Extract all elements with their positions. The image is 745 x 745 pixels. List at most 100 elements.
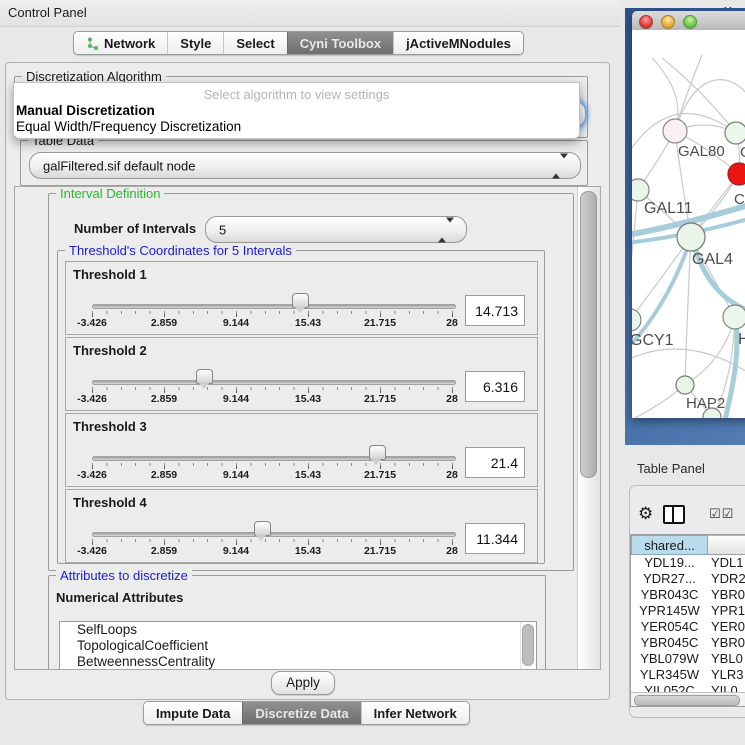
columns-icon[interactable] [663, 505, 685, 524]
interval-definition-group-title: Interval Definition [56, 186, 164, 201]
thresholds-group-title: Threshold's Coordinates for 5 Intervals [65, 243, 296, 258]
column-header-name[interactable]: n [708, 535, 745, 555]
table-rows: YDL19...YDL1 YDR27...YDR2 YBR043CYBR0 YP… [631, 555, 745, 692]
node-label: GAL4 [692, 251, 733, 268]
settings-scrollbar-thumb[interactable] [580, 191, 597, 478]
checkbox-icons[interactable]: ☑☑ [709, 507, 734, 522]
table-row[interactable]: YIL052CYIL0 [631, 683, 745, 692]
screen: Control Panel ✖ Network Style Select Cyn… [0, 0, 745, 745]
threshold-2-value-field[interactable] [465, 371, 525, 402]
table-data-selected-value: galFiltered.sif default node [43, 158, 195, 173]
table-data-combobox[interactable]: galFiltered.sif default node [29, 152, 581, 179]
top-tab-bar: Network Style Select Cyni Toolbox jActiv… [73, 31, 524, 55]
table-row[interactable]: YER054CYER0 [631, 619, 745, 635]
network-graph: GAL80 GA C GAL11 GAL4 GCY1 H HAP2 [632, 30, 745, 418]
gear-icon[interactable]: ⚙ [638, 504, 653, 524]
node-gal80[interactable] [663, 119, 687, 143]
tab-select[interactable]: Select [223, 32, 286, 54]
settings-scroll-area: Interval Definition Number of Intervals … [14, 186, 601, 670]
tab-network[interactable]: Network [74, 32, 167, 54]
tab-jactivemnodules[interactable]: jActiveMNodules [393, 32, 523, 54]
numerical-attributes-label: Numerical Attributes [56, 590, 183, 605]
number-of-intervals-value: 5 [219, 222, 226, 237]
node-gal11[interactable] [632, 179, 649, 201]
list-scrollbar[interactable] [520, 622, 536, 670]
threshold-2-label: Threshold 2 [73, 343, 147, 358]
threshold-3-value-field[interactable] [465, 447, 525, 478]
minimize-traffic-light-icon[interactable] [661, 15, 675, 29]
node-label: GAL80 [678, 143, 725, 160]
network-window[interactable]: GAL80 GA C GAL11 GAL4 GCY1 H HAP2 [632, 11, 745, 418]
node-h[interactable] [723, 305, 745, 329]
interval-definition-group: Interval Definition Number of Intervals … [48, 193, 574, 571]
slider-track[interactable] [92, 456, 456, 461]
attributes-group-title: Attributes to discretize [56, 568, 192, 583]
algorithm-dropdown-popup: Select algorithm to view settings Manual… [13, 82, 580, 139]
table-horizontal-scrollbar[interactable] [631, 692, 745, 706]
node-label: C [734, 191, 745, 208]
tab-impute-data[interactable]: Impute Data [144, 702, 242, 724]
table-row[interactable]: YLR345WYLR3 [631, 667, 745, 683]
threshold-1-panel: Threshold 1 -3.4262.8599.14415.4321.7152… [65, 261, 538, 335]
column-header-shared[interactable]: shared... [631, 535, 708, 555]
tab-cyni-toolbox[interactable]: Cyni Toolbox [287, 32, 393, 54]
apply-button[interactable]: Apply [271, 671, 335, 695]
threshold-1-value-field[interactable] [465, 295, 525, 326]
scrollbar-thumb[interactable] [522, 624, 534, 666]
slider-track[interactable] [92, 380, 456, 385]
table-row[interactable]: YDR27...YDR2 [631, 571, 745, 587]
threshold-3-panel: Threshold 3 -3.4262.8599.14415.4321.7152… [65, 413, 538, 487]
node-label: GAL11 [644, 200, 693, 217]
node-ga[interactable] [725, 122, 745, 144]
tab-network-label: Network [104, 36, 155, 51]
settings-scrollbar[interactable] [577, 187, 600, 669]
tab-discretize-data[interactable]: Discretize Data [242, 702, 360, 724]
tab-infer-network[interactable]: Infer Network [361, 702, 469, 724]
number-of-intervals-combobox[interactable]: 5 [205, 216, 467, 243]
close-traffic-light-icon[interactable] [639, 15, 653, 29]
scrollbar-thumb[interactable] [634, 695, 740, 706]
node-label: H [738, 331, 745, 348]
numerical-attributes-list[interactable]: SelfLoops TopologicalCoefficient Between… [59, 621, 537, 670]
network-canvas[interactable]: GAL80 GA C GAL11 GAL4 GCY1 H HAP2 [632, 30, 745, 418]
attributes-group: Attributes to discretize Numerical Attri… [48, 575, 546, 670]
slider-thumb[interactable] [254, 521, 271, 536]
node-table: shared... n YDL19...YDL1 YDR27...YDR2 YB… [630, 534, 745, 707]
slider-thumb[interactable] [292, 293, 309, 308]
dropdown-option-manual-discretization[interactable]: Manual Discretization [16, 103, 155, 118]
number-of-intervals-label: Number of Intervals [74, 221, 196, 236]
list-item[interactable]: BetweennessCentrality [60, 654, 536, 670]
slider-thumb[interactable] [369, 445, 386, 460]
node-label: GCY1 [632, 332, 674, 349]
slider-track[interactable] [92, 304, 456, 309]
threshold-4-value-field[interactable] [465, 523, 525, 554]
tab-style[interactable]: Style [167, 32, 223, 54]
table-row[interactable]: YPR145WYPR1 [631, 603, 745, 619]
control-panel-titlebar [0, 0, 620, 27]
node-hap2[interactable] [676, 376, 694, 394]
threshold-2-panel: Threshold 2 -3.4262.8599.14415.4321.7152… [65, 337, 538, 411]
node-gal4[interactable] [677, 223, 705, 251]
table-row[interactable]: YBL079WYBL0 [631, 651, 745, 667]
dropdown-option-equal-width-frequency[interactable]: Equal Width/Frequency Discretization [16, 119, 241, 134]
thresholds-group: Threshold's Coordinates for 5 Intervals … [57, 250, 545, 564]
combo-stepper-icon [552, 158, 568, 173]
zoom-traffic-light-icon[interactable] [683, 15, 697, 29]
node-red-selected[interactable] [728, 163, 745, 185]
list-item[interactable]: TopologicalCoefficient [60, 638, 536, 654]
slider-track[interactable] [92, 532, 456, 537]
table-panel-title: Table Panel [637, 461, 705, 476]
table-row[interactable]: YDL19...YDL1 [631, 555, 745, 571]
list-item[interactable]: SelfLoops [60, 622, 536, 638]
node-label: HAP2 [686, 395, 725, 412]
slider-thumb[interactable] [196, 369, 213, 384]
node-gcy1[interactable] [632, 309, 641, 331]
node-label: GA [740, 144, 745, 161]
network-icon [86, 37, 99, 50]
network-window-titlebar[interactable] [632, 11, 745, 31]
combo-stepper-icon [438, 222, 454, 237]
threshold-3-label: Threshold 3 [73, 419, 147, 434]
threshold-4-label: Threshold 4 [73, 495, 147, 510]
table-row[interactable]: YBR045CYBR0 [631, 635, 745, 651]
table-row[interactable]: YBR043CYBR0 [631, 587, 745, 603]
